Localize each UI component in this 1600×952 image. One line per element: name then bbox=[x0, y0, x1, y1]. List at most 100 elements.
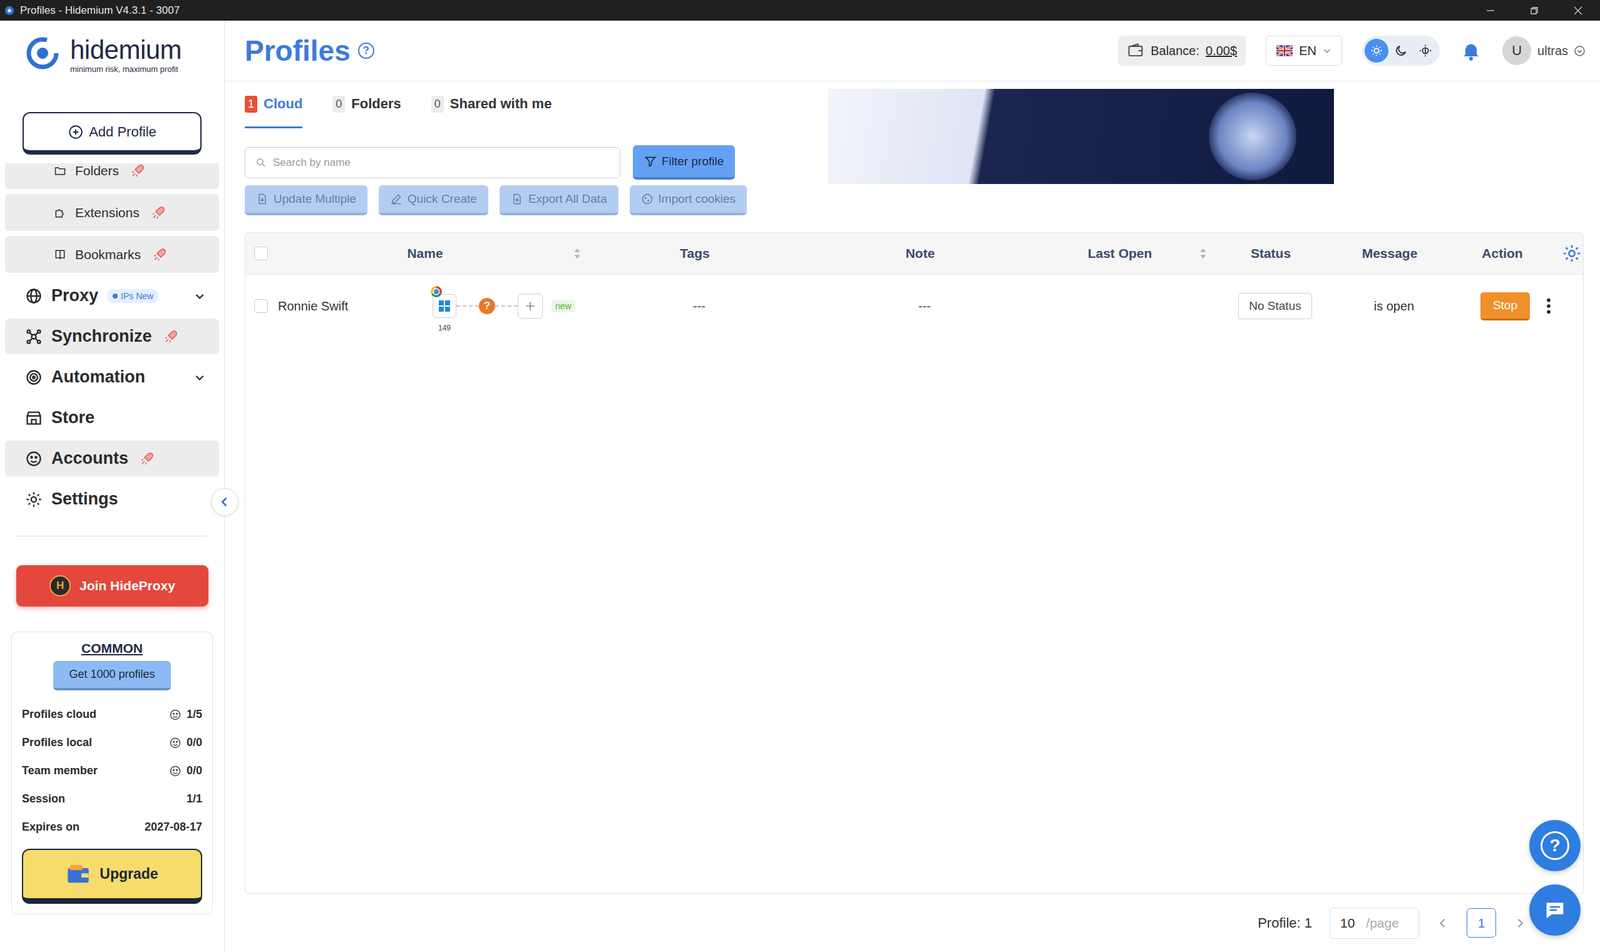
action-button[interactable]: Export All Data bbox=[499, 185, 619, 216]
ad-banner[interactable] bbox=[828, 88, 1334, 185]
sidebar-item[interactable]: Accounts bbox=[5, 440, 220, 477]
sidebar-item[interactable]: Proxy IPs New bbox=[5, 277, 220, 314]
page-title: Profiles bbox=[244, 33, 351, 68]
column-header: Status bbox=[1215, 246, 1335, 262]
app-icon bbox=[3, 5, 16, 17]
chat-button[interactable] bbox=[1529, 884, 1581, 936]
rocket-icon bbox=[150, 205, 166, 221]
sidebar-item[interactable]: Extensions bbox=[5, 194, 220, 231]
filter-profile-button[interactable]: Filter profile bbox=[632, 145, 735, 180]
plan-row: Profiles local 0/0 bbox=[21, 728, 203, 757]
plus-icon bbox=[524, 300, 536, 312]
sidebar-item[interactable]: Settings bbox=[5, 481, 220, 518]
plus-circle-icon bbox=[67, 123, 84, 141]
sort-icon[interactable] bbox=[573, 247, 581, 260]
column-header[interactable]: Last Open bbox=[1040, 246, 1216, 262]
minimize-button[interactable] bbox=[1468, 0, 1513, 21]
page-size-select[interactable]: 10 /page bbox=[1329, 907, 1420, 939]
sidebar-divider bbox=[16, 535, 208, 537]
action-button[interactable]: Quick Create bbox=[378, 185, 489, 216]
theme-toggle bbox=[1362, 35, 1440, 66]
bell-icon[interactable] bbox=[1459, 39, 1483, 62]
logo-name: hidemium bbox=[70, 36, 182, 64]
chevron-down-icon bbox=[1574, 45, 1585, 57]
sidebar-item[interactable]: Store bbox=[5, 400, 220, 436]
tab[interactable]: 0 Folders bbox=[332, 88, 401, 129]
column-header[interactable]: Name bbox=[276, 246, 590, 262]
user-menu[interactable]: U ultras bbox=[1502, 36, 1585, 66]
store-icon bbox=[25, 409, 43, 427]
theme-option[interactable] bbox=[1389, 38, 1413, 63]
minimize-icon bbox=[1485, 5, 1496, 16]
collapse-sidebar-button[interactable] bbox=[210, 488, 239, 516]
stop-button[interactable]: Stop bbox=[1480, 292, 1530, 321]
sidebar-item[interactable]: Automation bbox=[5, 359, 220, 395]
pagination: Profile: 1 10 /page 1 bbox=[244, 893, 1584, 952]
tab[interactable]: 1 Cloud bbox=[244, 88, 303, 129]
hideproxy-logo: H bbox=[49, 575, 71, 597]
gear-icon[interactable] bbox=[1561, 243, 1582, 264]
add-profile-button[interactable]: Add Profile bbox=[22, 112, 202, 155]
new-badge: IPs New bbox=[107, 289, 159, 303]
column-header: Note bbox=[808, 246, 1041, 262]
pencil-icon bbox=[389, 192, 403, 206]
profile-count: Profile: 1 bbox=[1257, 915, 1313, 932]
main-panel: Profiles ? Balance: 0.00$ EN U ultras 1 … bbox=[224, 20, 1600, 952]
accounts-icon bbox=[25, 450, 43, 468]
moon-icon bbox=[1394, 43, 1408, 58]
upgrade-button[interactable]: Upgrade bbox=[21, 848, 203, 904]
close-button[interactable] bbox=[1556, 0, 1600, 21]
row-checkbox[interactable] bbox=[254, 299, 268, 313]
more-icon[interactable] bbox=[1546, 297, 1552, 315]
theme-option[interactable] bbox=[1364, 38, 1389, 63]
action-button[interactable]: Import cookies bbox=[629, 185, 748, 216]
tab-count: 0 bbox=[431, 95, 444, 113]
sidebar-item[interactable]: Folders bbox=[5, 163, 220, 190]
rocket-icon bbox=[139, 451, 155, 467]
sort-icon[interactable] bbox=[1199, 247, 1207, 260]
filter-icon bbox=[644, 155, 657, 168]
tab-count: 0 bbox=[332, 95, 345, 113]
join-hideproxy-button[interactable]: H Join HideProxy bbox=[16, 565, 209, 607]
action-button[interactable]: Update Multiple bbox=[244, 185, 368, 216]
help-icon[interactable]: ? bbox=[358, 42, 375, 59]
theme-option[interactable] bbox=[1413, 38, 1438, 63]
search-input[interactable]: Search by name bbox=[244, 147, 621, 179]
column-header: Action bbox=[1453, 246, 1560, 262]
status-badge[interactable]: No Status bbox=[1238, 292, 1312, 320]
extension-icon bbox=[53, 206, 67, 220]
chat-icon bbox=[1542, 897, 1568, 923]
avatar: U bbox=[1502, 36, 1532, 66]
book-icon bbox=[53, 248, 67, 262]
target-icon bbox=[25, 368, 43, 387]
uk-flag-icon bbox=[1276, 45, 1293, 57]
balance[interactable]: Balance: 0.00$ bbox=[1117, 35, 1246, 66]
folder-icon bbox=[53, 164, 67, 178]
plan-row: Session 1/1 bbox=[21, 784, 203, 814]
os-badge[interactable]: 149 bbox=[432, 294, 457, 318]
plan-row: Profiles cloud 1/5 bbox=[21, 700, 203, 729]
new-tag: new bbox=[551, 299, 576, 313]
column-header: Message bbox=[1334, 246, 1454, 262]
tab[interactable]: 0 Shared with me bbox=[431, 88, 553, 129]
logo[interactable]: hidemium minimum risk, maximum profit bbox=[0, 20, 225, 113]
tab-bar: 1 Cloud 0 Folders 0 Shared with me bbox=[244, 88, 829, 129]
chevron-left-icon bbox=[218, 495, 231, 509]
select-all-checkbox[interactable] bbox=[254, 246, 268, 261]
restore-button[interactable] bbox=[1512, 0, 1557, 21]
page-button[interactable]: 1 bbox=[1466, 908, 1497, 938]
add-button[interactable] bbox=[517, 293, 543, 319]
users-icon bbox=[169, 764, 182, 778]
help-button[interactable]: ? bbox=[1529, 820, 1581, 872]
sidebar-item[interactable]: Synchronize bbox=[5, 318, 220, 355]
language-select[interactable]: EN bbox=[1265, 35, 1343, 66]
proxy-status[interactable]: ? bbox=[478, 297, 496, 315]
get-profiles-button[interactable]: Get 1000 profiles bbox=[53, 661, 171, 691]
next-page-icon[interactable] bbox=[1513, 917, 1527, 930]
profile-name[interactable]: Ronnie Swift bbox=[277, 299, 433, 314]
prev-page-icon[interactable] bbox=[1436, 917, 1450, 930]
sidebar-item[interactable]: Bookmarks bbox=[5, 235, 220, 273]
page-header: Profiles ? Balance: 0.00$ EN U ultras bbox=[224, 20, 1600, 82]
chevron-down-icon bbox=[1322, 46, 1332, 56]
table-row[interactable]: Ronnie Swift 149 ? new --- --- No Status… bbox=[245, 274, 1584, 338]
